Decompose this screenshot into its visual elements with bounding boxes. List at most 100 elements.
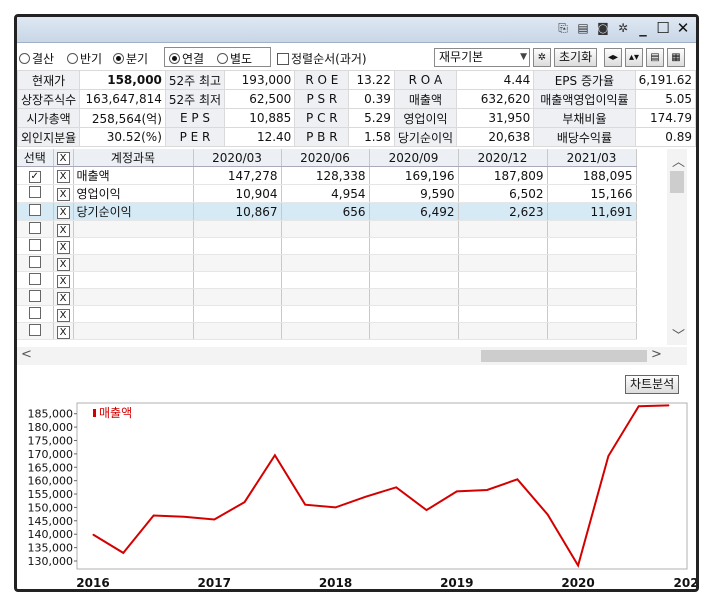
settings-icon[interactable]: ✲	[616, 21, 630, 35]
radio-circle	[169, 53, 180, 64]
summary-label: 현재가	[17, 70, 81, 90]
summary-value: 193,000	[224, 70, 296, 90]
row-select-cell[interactable]	[17, 184, 54, 203]
row-checkbox[interactable]	[28, 186, 41, 198]
row-select-cell[interactable]	[17, 305, 54, 323]
header-period: 2021/03	[547, 149, 637, 167]
row-checkbox[interactable]	[28, 204, 41, 216]
close-icon[interactable]: X	[56, 325, 70, 339]
radio-quarter[interactable]: 분기	[113, 50, 148, 67]
row-select-cell[interactable]	[17, 202, 54, 221]
report-type-select[interactable]: 재무기본 ▼	[434, 48, 530, 67]
row-checkbox[interactable]	[28, 289, 41, 302]
row-clear-cell[interactable]: X	[53, 184, 74, 203]
close-icon[interactable]: X	[56, 274, 70, 288]
row-clear-cell[interactable]: X	[53, 237, 74, 255]
close-icon[interactable]: X	[56, 291, 70, 305]
row-clear-cell[interactable]: X	[53, 271, 74, 289]
empty-cell	[73, 305, 194, 323]
maximize-icon[interactable]: ☐	[656, 21, 670, 36]
scroll-up-icon[interactable]: ︿	[672, 151, 685, 170]
horizontal-scrollbar[interactable]: < >	[17, 347, 687, 365]
copy-icon[interactable]: ▤	[576, 21, 590, 35]
y-tick-label: 150,000	[28, 501, 74, 514]
table-row[interactable]: ✓ X 매출액 147,278 128,338 169,196 187,809 188,095	[17, 166, 637, 185]
table-view-button[interactable]: ▤	[646, 48, 664, 67]
chart-analysis-button[interactable]: 차트분석	[625, 375, 680, 394]
y-tick-label: 165,000	[28, 461, 74, 474]
pin-icon[interactable]: ⎘	[556, 21, 570, 35]
cell-value: 10,867	[193, 202, 282, 221]
row-select-cell[interactable]	[17, 254, 54, 272]
empty-cell	[281, 271, 370, 289]
scroll-down-icon[interactable]: ﹀	[672, 325, 685, 344]
scroll-thumb[interactable]	[481, 350, 647, 362]
radio-circle	[67, 53, 78, 64]
row-checkbox[interactable]	[28, 255, 41, 268]
scroll-right-icon[interactable]: >	[651, 347, 662, 362]
table-row[interactable]: X	[17, 254, 637, 272]
row-clear-cell[interactable]: X	[53, 254, 74, 272]
radio-half[interactable]: 반기	[67, 50, 102, 67]
camera-icon[interactable]: ◙	[596, 21, 610, 35]
left-right-button[interactable]: ◂▸	[604, 48, 622, 67]
row-clear-cell[interactable]: X	[53, 288, 74, 306]
close-icon[interactable]: X	[56, 206, 70, 219]
row-checkbox[interactable]	[28, 306, 41, 319]
table-row[interactable]: X	[17, 322, 637, 340]
vertical-scrollbar[interactable]: ︿ ﹀	[667, 149, 687, 345]
table-row[interactable]: X 영업이익 10,904 4,954 9,590 6,502 15,166	[17, 184, 637, 203]
row-checkbox[interactable]: ✓	[28, 171, 41, 183]
radio-separate[interactable]: 별도	[217, 50, 252, 67]
row-clear-cell[interactable]: X	[53, 202, 74, 221]
radio-consolidated[interactable]: 연결	[169, 50, 204, 67]
header-clear[interactable]: X	[53, 149, 74, 167]
close-icon[interactable]: X	[56, 240, 70, 254]
empty-cell	[193, 305, 282, 323]
row-clear-cell[interactable]: X	[53, 305, 74, 323]
up-down-button[interactable]: ▴▾	[625, 48, 643, 67]
settings-button[interactable]: ✲	[533, 48, 551, 67]
close-icon[interactable]: ✕	[676, 21, 690, 36]
row-select-cell[interactable]	[17, 237, 54, 255]
table-row[interactable]: X	[17, 288, 637, 306]
row-checkbox[interactable]	[28, 238, 41, 251]
row-checkbox[interactable]	[28, 221, 41, 234]
row-select-cell[interactable]	[17, 288, 54, 306]
summary-label: 시가총액	[17, 108, 81, 128]
table-row[interactable]: X	[17, 220, 637, 238]
up-down-icon: ▴▾	[628, 52, 640, 63]
table-row[interactable]: X 당기순이익 10,867 656 6,492 2,623 11,691	[17, 202, 637, 221]
cell-value: 4,954	[281, 184, 370, 203]
row-select-cell[interactable]	[17, 220, 54, 238]
row-clear-cell[interactable]: X	[53, 322, 74, 340]
table-row[interactable]: X	[17, 271, 637, 289]
close-icon[interactable]: X	[56, 257, 70, 271]
row-clear-cell[interactable]: X	[53, 220, 74, 238]
minimize-icon[interactable]: _	[636, 21, 650, 36]
row-select-cell[interactable]	[17, 271, 54, 289]
summary-value: 5.29	[348, 108, 395, 128]
reset-button[interactable]: 초기화	[554, 48, 598, 67]
chart-view-button[interactable]: ▦	[667, 48, 685, 67]
sort-order-checkbox[interactable]: 정렬순서(과거)	[277, 50, 367, 67]
row-clear-cell[interactable]: X	[53, 166, 74, 185]
table-row[interactable]: X	[17, 305, 637, 323]
empty-cell	[281, 237, 370, 255]
empty-cell	[73, 254, 194, 272]
row-checkbox[interactable]	[28, 323, 41, 336]
close-icon[interactable]: X	[56, 223, 70, 237]
close-icon[interactable]: X	[56, 170, 70, 183]
scroll-thumb[interactable]	[670, 171, 684, 193]
table-row[interactable]: X	[17, 237, 637, 255]
summary-label: 매출액	[393, 89, 458, 109]
radio-settlement[interactable]: 결산	[19, 50, 54, 67]
row-select-cell[interactable]: ✓	[17, 166, 54, 185]
row-select-cell[interactable]	[17, 322, 54, 340]
row-checkbox[interactable]	[28, 272, 41, 285]
clear-all-icon: X	[56, 152, 70, 165]
close-icon[interactable]: X	[56, 188, 70, 201]
scroll-left-icon[interactable]: <	[21, 347, 32, 362]
close-icon[interactable]: X	[56, 308, 70, 322]
empty-cell	[281, 305, 370, 323]
